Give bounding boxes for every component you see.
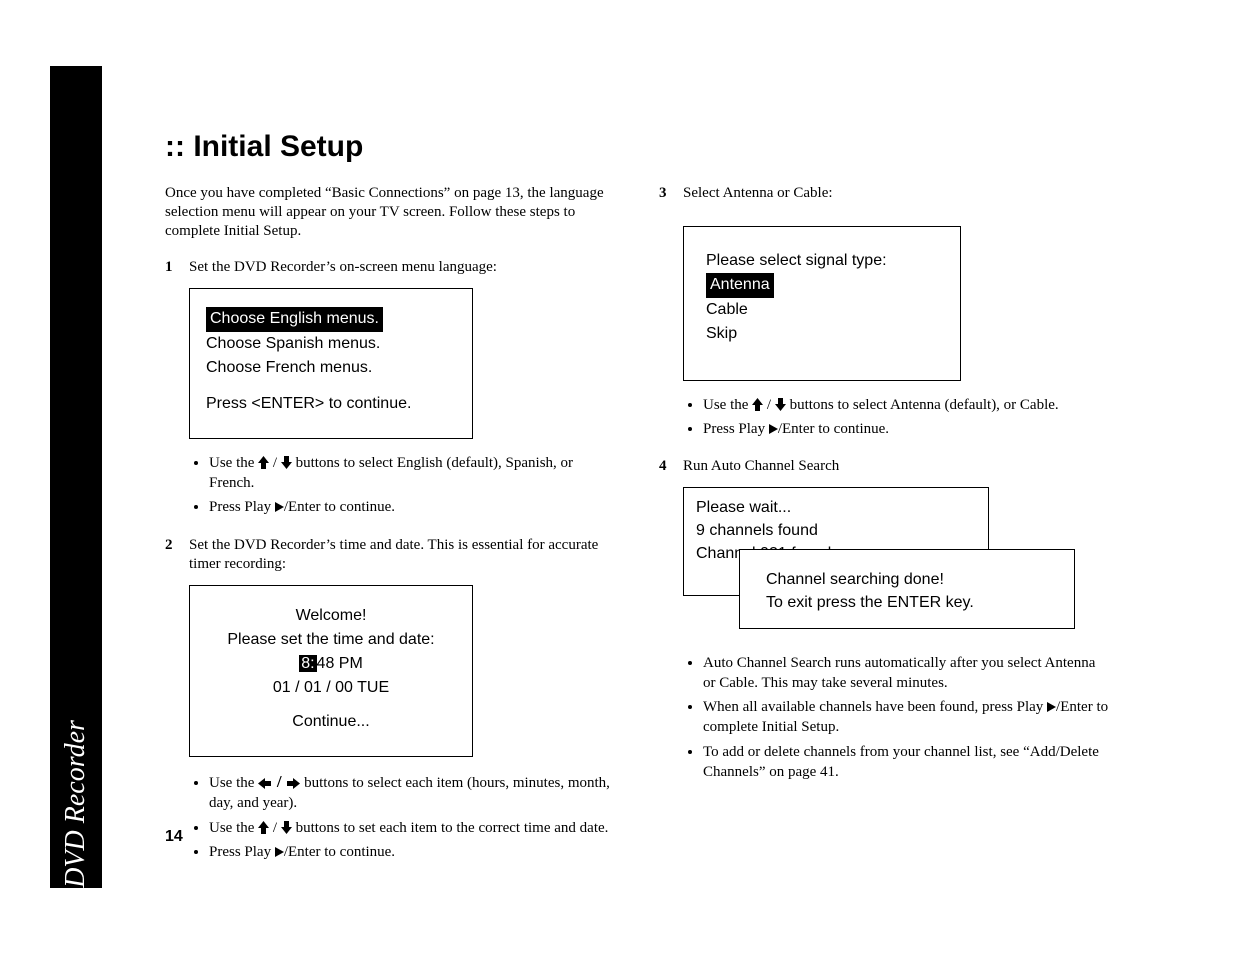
step-text: Set the DVD Recorder’s on-screen menu la… — [189, 258, 615, 278]
sidebar-strip: R6530 DVD Recorder — [50, 66, 102, 888]
time-line: 8:48 PM — [206, 652, 456, 676]
menu-option: Choose French menus. — [206, 356, 456, 380]
intro-paragraph: Once you have completed “Basic Connectio… — [165, 184, 615, 240]
menu-option: Skip — [706, 322, 944, 346]
page-content: :: Initial Setup Once you have completed… — [165, 130, 1125, 880]
screen-line: Please select signal type: — [706, 249, 944, 273]
step-3: 3 Select Antenna or Cable: — [659, 184, 1109, 204]
up-arrow-icon — [258, 456, 269, 469]
menu-option: Choose Spanish menus. — [206, 332, 456, 356]
up-arrow-icon — [752, 398, 763, 411]
step-4: 4 Run Auto Channel Search — [659, 457, 1109, 477]
manual-page: R6530 DVD Recorder :: Initial Setup Once… — [0, 0, 1235, 954]
date-line: 01 / 01 / 00 TUE — [206, 676, 456, 700]
right-arrow-icon — [287, 778, 300, 789]
left-column: Once you have completed “Basic Connectio… — [165, 184, 615, 880]
time-highlight: 8: — [299, 655, 316, 672]
language-menu-screen: Choose English menus. Choose Spanish men… — [189, 288, 473, 439]
down-arrow-icon — [775, 398, 786, 411]
play-icon — [1047, 702, 1056, 712]
step-text: Set the DVD Recorder’s time and date. Th… — [189, 536, 615, 575]
step-4-bullets: Auto Channel Search runs automatically a… — [659, 653, 1109, 783]
left-arrow-icon — [258, 778, 271, 789]
search-done-screen: Channel searching done! To exit press th… — [739, 549, 1075, 629]
screen-line: Please set the time and date: — [206, 628, 456, 652]
step-number: 1 — [165, 258, 189, 278]
selected-option: Choose English menus. — [206, 307, 383, 332]
product-name: R6530 DVD Recorder — [60, 720, 92, 968]
bullet: Press Play /Enter to continue. — [209, 842, 615, 862]
bullet: Use the / buttons to select each item (h… — [209, 771, 615, 814]
step-number: 3 — [659, 184, 683, 204]
up-arrow-icon — [258, 821, 269, 834]
play-icon — [275, 502, 284, 512]
page-number: 14 — [165, 828, 183, 846]
step-number: 4 — [659, 457, 683, 477]
down-arrow-icon — [281, 456, 292, 469]
step-1-bullets: Use the / buttons to select English (def… — [165, 453, 615, 518]
selected-option: Antenna — [706, 273, 774, 298]
bullet: Use the / buttons to select English (def… — [209, 453, 615, 494]
step-text: Select Antenna or Cable: — [683, 184, 1109, 204]
screen-line: Channel searching done! — [766, 568, 1062, 591]
bullet: Press Play /Enter to continue. — [703, 419, 1109, 439]
bullet: Use the / buttons to select Antenna (def… — [703, 395, 1109, 415]
screen-line: 9 channels found — [696, 519, 976, 542]
step-2-bullets: Use the / buttons to select each item (h… — [165, 771, 615, 863]
play-icon — [769, 424, 778, 434]
step-2: 2 Set the DVD Recorder’s time and date. … — [165, 536, 615, 575]
channel-search-screens: Please wait... 9 channels found Channel … — [683, 487, 1109, 637]
down-arrow-icon — [281, 821, 292, 834]
screen-line: Welcome! — [206, 604, 456, 628]
screen-line: Please wait... — [696, 496, 976, 519]
page-title: :: Initial Setup — [165, 130, 1125, 164]
bullet: Press Play /Enter to continue. — [209, 497, 615, 517]
right-column: 3 Select Antenna or Cable: Please select… — [659, 184, 1109, 880]
step-1: 1 Set the DVD Recorder’s on-screen menu … — [165, 258, 615, 278]
screen-line: To exit press the ENTER key. — [766, 591, 1062, 614]
time-date-screen: Welcome! Please set the time and date: 8… — [189, 585, 473, 757]
menu-option: Cable — [706, 298, 944, 322]
bullet: Auto Channel Search runs automatically a… — [703, 653, 1109, 694]
play-icon — [275, 847, 284, 857]
two-column-layout: Once you have completed “Basic Connectio… — [165, 184, 1125, 880]
bullet: Use the / buttons to set each item to th… — [209, 818, 615, 838]
continue-line: Continue... — [206, 710, 456, 734]
slash-icon: / — [277, 772, 282, 791]
screen-footer: Press <ENTER> to continue. — [206, 392, 456, 416]
bullet: To add or delete channels from your chan… — [703, 742, 1109, 783]
bullet: When all available channels have been fo… — [703, 697, 1109, 738]
step-number: 2 — [165, 536, 189, 575]
step-3-bullets: Use the / buttons to select Antenna (def… — [659, 395, 1109, 440]
step-text: Run Auto Channel Search — [683, 457, 1109, 477]
signal-type-screen: Please select signal type: Antenna Cable… — [683, 226, 961, 381]
